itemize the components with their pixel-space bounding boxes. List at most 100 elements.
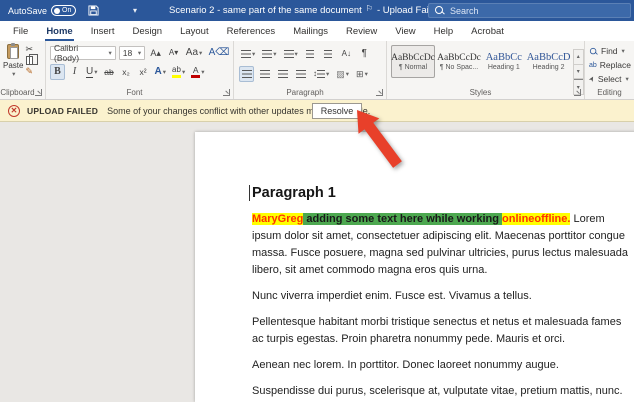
editing-group: Find ▾ ab Replace ➤ Select ▾ Editing bbox=[585, 41, 634, 99]
underline-button[interactable]: U ▾ bbox=[84, 64, 100, 80]
error-circle-icon: ✕ bbox=[8, 104, 20, 117]
align-right-button[interactable] bbox=[275, 66, 290, 82]
paragraph-group-label: Paragraph bbox=[286, 88, 324, 97]
find-icon bbox=[589, 47, 597, 54]
paste-button[interactable]: Paste ▾ bbox=[3, 43, 24, 78]
format-painter-icon[interactable]: ✎ bbox=[25, 67, 33, 76]
bullets-button[interactable]: ▾ bbox=[239, 46, 257, 62]
font-name-value: Calibri (Body) bbox=[54, 43, 80, 63]
font-color-button[interactable]: A ▾ bbox=[189, 64, 206, 80]
inserted-text-body: adding some text here while working bbox=[303, 213, 503, 225]
styles-scroll-down-button[interactable]: ▾ bbox=[573, 64, 583, 80]
paste-icon bbox=[7, 43, 20, 59]
paragraph-dialog-launcher[interactable] bbox=[376, 89, 383, 96]
upload-status-icon: ⚐ bbox=[365, 4, 373, 13]
editing-group-label: Editing bbox=[597, 88, 622, 97]
style-heading-2[interactable]: AaBbCcD Heading 2 bbox=[527, 45, 571, 78]
show-hide-pilcrow-button[interactable]: ¶ bbox=[357, 46, 372, 62]
subscript-button[interactable]: x₂ bbox=[119, 64, 134, 80]
styles-scroll-up-button[interactable]: ▴ bbox=[573, 50, 583, 65]
search-box[interactable] bbox=[428, 3, 631, 18]
font-dialog-launcher[interactable] bbox=[223, 89, 230, 96]
text-highlight-button[interactable]: ab ▾ bbox=[170, 64, 187, 80]
increase-indent-button[interactable] bbox=[321, 46, 336, 62]
inserted-text-tail: onlineoffline. bbox=[502, 213, 571, 225]
tab-acrobat[interactable]: Acrobat bbox=[462, 21, 513, 41]
tab-file[interactable]: File bbox=[4, 21, 37, 41]
font-name-dropdown-icon: ▾ bbox=[108, 50, 112, 57]
body-paragraph: Aenean nec lorem. In porttitor. Donec la… bbox=[252, 359, 559, 371]
clear-formatting-button[interactable]: A⌫ bbox=[207, 45, 231, 61]
tab-mailings[interactable]: Mailings bbox=[284, 21, 337, 41]
justify-button[interactable] bbox=[293, 66, 308, 82]
font-size-combo[interactable]: 18 ▾ bbox=[118, 46, 146, 60]
styles-group-label: Styles bbox=[469, 88, 492, 97]
autosave-state: On bbox=[62, 7, 72, 14]
tab-insert[interactable]: Insert bbox=[82, 21, 124, 41]
style-heading-1[interactable]: AaBbCc Heading 1 bbox=[483, 45, 525, 78]
select-button[interactable]: ➤ Select ▾ bbox=[585, 72, 634, 86]
tab-view[interactable]: View bbox=[386, 21, 424, 41]
ribbon: Paste ▾ ✂ ✎ Clipboard Calibri (Body) ▾ 1… bbox=[0, 41, 634, 100]
tab-review[interactable]: Review bbox=[337, 21, 386, 41]
search-input[interactable] bbox=[450, 5, 600, 16]
clipboard-group-label: Clipboard bbox=[0, 88, 35, 97]
clipboard-group: Paste ▾ ✂ ✎ Clipboard bbox=[0, 41, 46, 99]
shrink-font-button[interactable]: A▾ bbox=[166, 45, 181, 61]
multilevel-list-button[interactable]: ▾ bbox=[282, 46, 300, 62]
style-normal[interactable]: AaBbCcDc ¶ Normal bbox=[391, 45, 435, 78]
autosave-control[interactable]: AutoSave On bbox=[8, 5, 77, 16]
change-case-button[interactable]: Aa ▾ bbox=[184, 45, 204, 61]
quick-access-dropdown-icon[interactable]: ▾ bbox=[133, 6, 137, 15]
sort-button[interactable]: A↓ bbox=[339, 46, 354, 62]
style-no-spacing[interactable]: AaBbCcDc ¶ No Spac... bbox=[437, 45, 481, 78]
ribbon-tab-bar: File Home Insert Design Layout Reference… bbox=[0, 21, 634, 41]
paragraph-heading: Paragraph 1 bbox=[249, 184, 632, 202]
title-bar: AutoSave On ▾ Scenario 2 - same part of … bbox=[0, 0, 634, 21]
line-spacing-button[interactable]: ↕ ▾ bbox=[311, 66, 331, 82]
replace-button[interactable]: ab Replace bbox=[585, 58, 634, 72]
tab-layout[interactable]: Layout bbox=[171, 21, 218, 41]
tab-help[interactable]: Help bbox=[425, 21, 463, 41]
styles-group: AaBbCcDc ¶ Normal AaBbCcDc ¶ No Spac... … bbox=[387, 41, 585, 99]
paragraph-with-conflict: MaryGreg adding some text here while wor… bbox=[252, 211, 632, 279]
document-canvas: Paragraph 1 MaryGreg adding some text he… bbox=[0, 122, 634, 402]
paragraph-group: ▾ ▾ ▾ A↓ ¶ ↕ ▾ ▨ ▾ ⊞ ▾ Paragraph bbox=[234, 41, 387, 99]
tab-design[interactable]: Design bbox=[123, 21, 171, 41]
align-left-button[interactable] bbox=[239, 66, 254, 82]
document-title-text: Scenario 2 - same part of the same docum… bbox=[169, 5, 362, 16]
align-center-button[interactable] bbox=[257, 66, 272, 82]
replace-icon: ab bbox=[589, 61, 597, 69]
paste-dropdown-icon[interactable]: ▾ bbox=[12, 70, 15, 78]
italic-button[interactable]: I bbox=[67, 64, 82, 80]
autosave-toggle[interactable]: On bbox=[51, 5, 77, 16]
paste-label: Paste bbox=[3, 61, 24, 70]
decrease-indent-button[interactable] bbox=[303, 46, 318, 62]
document-title[interactable]: Scenario 2 - same part of the same docum… bbox=[169, 4, 449, 16]
font-size-dropdown-icon: ▾ bbox=[137, 50, 142, 57]
tab-references[interactable]: References bbox=[218, 21, 285, 41]
body-paragraph: Suspendisse dui purus, scelerisque at, v… bbox=[252, 385, 623, 397]
strikethrough-button[interactable]: ab bbox=[102, 64, 117, 80]
tab-home[interactable]: Home bbox=[37, 21, 81, 41]
cut-icon[interactable]: ✂ bbox=[25, 45, 33, 54]
clipboard-dialog-launcher[interactable] bbox=[35, 89, 42, 96]
font-group-label: Font bbox=[126, 88, 143, 97]
body-paragraph: Nunc viverra imperdiet enim. Fusce est. … bbox=[252, 290, 532, 302]
styles-dialog-launcher[interactable] bbox=[574, 89, 581, 96]
save-icon[interactable] bbox=[88, 5, 99, 16]
text-effects-button[interactable]: A ▾ bbox=[153, 64, 169, 80]
font-group: Calibri (Body) ▾ 18 ▾ A▴ A▾ Aa ▾ A⌫ B I U… bbox=[46, 41, 234, 99]
numbering-button[interactable]: ▾ bbox=[260, 46, 278, 62]
shading-button[interactable]: ▨ ▾ bbox=[334, 66, 351, 82]
find-button[interactable]: Find ▾ bbox=[585, 44, 634, 58]
document-page[interactable]: Paragraph 1 MaryGreg adding some text he… bbox=[195, 132, 634, 402]
grow-font-button[interactable]: A▴ bbox=[148, 45, 163, 61]
borders-button[interactable]: ⊞ ▾ bbox=[354, 66, 370, 82]
copy-icon[interactable] bbox=[25, 54, 38, 65]
superscript-button[interactable]: x² bbox=[136, 64, 151, 80]
font-name-combo[interactable]: Calibri (Body) ▾ bbox=[50, 43, 116, 63]
autosave-label: AutoSave bbox=[8, 5, 48, 16]
select-icon: ➤ bbox=[587, 74, 597, 84]
bold-button[interactable]: B bbox=[50, 64, 65, 80]
